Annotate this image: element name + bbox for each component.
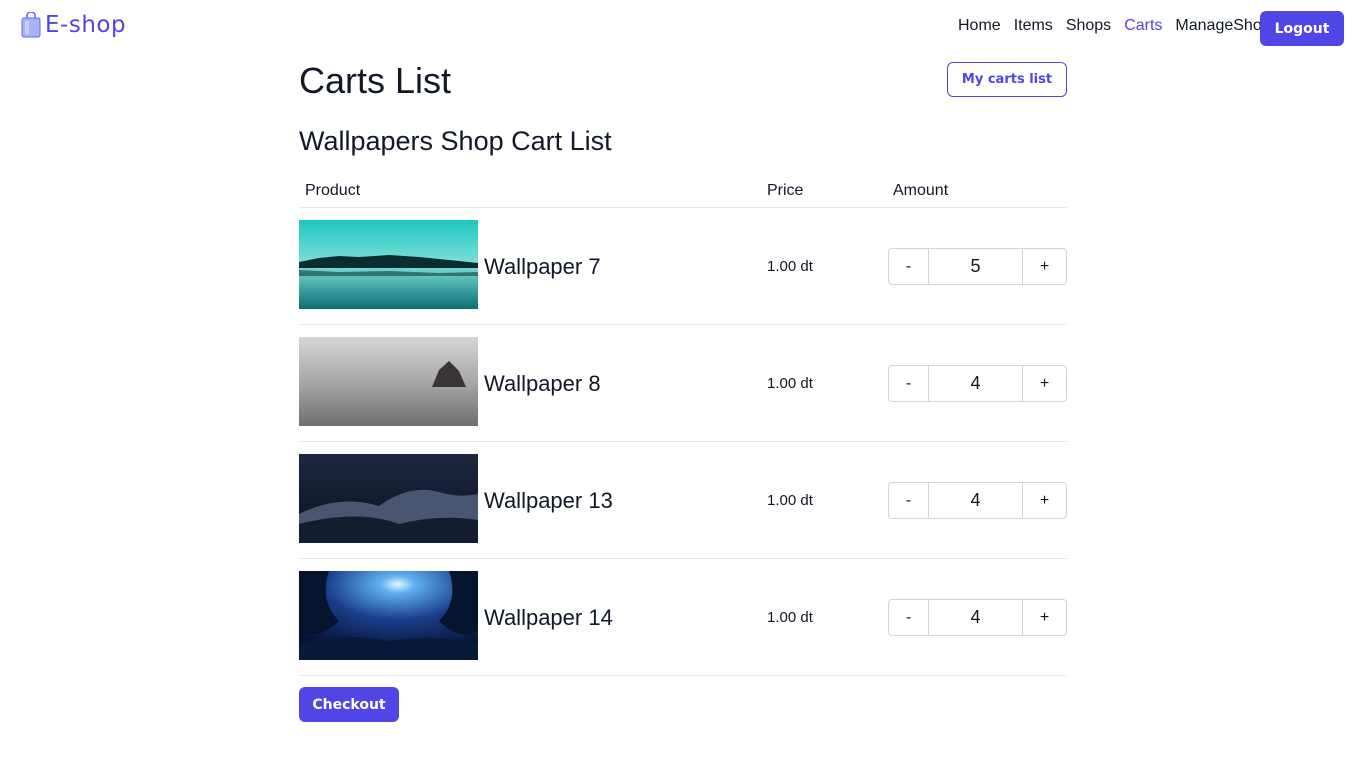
quantity-input[interactable] [929,366,1022,401]
page-title: Carts List [299,60,452,101]
checkout-button[interactable]: Checkout [299,687,399,722]
cart-table-header: Product Price Amount [299,182,1067,208]
quantity-input[interactable] [929,249,1022,284]
nav-link-shops[interactable]: Shops [1066,17,1111,35]
quantity-stepper: - + [888,365,1067,402]
quantity-stepper: - + [888,482,1067,519]
header-amount: Amount [893,182,949,199]
shop-cart-title: Wallpapers Shop Cart List [299,126,612,156]
nav-link-items[interactable]: Items [1014,17,1053,35]
increment-button[interactable]: + [1022,249,1066,284]
product-thumbnail [299,337,478,426]
header-product: Product [305,182,361,199]
logout-button[interactable]: Logout [1260,11,1344,46]
product-thumbnail [299,454,478,543]
decrement-button[interactable]: - [889,600,929,635]
decrement-button[interactable]: - [889,366,929,401]
cart-row: Wallpaper 14 1.00 dt - + [299,559,1067,676]
cart-row: Wallpaper 7 1.00 dt - + [299,208,1067,325]
navbar: E-shop Home Items Shops Carts ManageShop… [0,0,1366,56]
product-name[interactable]: Wallpaper 7 [484,254,601,280]
quantity-input[interactable] [929,600,1022,635]
brand-link[interactable]: E-shop [21,12,126,38]
product-price: 1.00 dt [767,609,813,626]
product-name[interactable]: Wallpaper 8 [484,371,601,397]
increment-button[interactable]: + [1022,483,1066,518]
product-thumbnail [299,571,478,660]
brand-name: E-shop [45,12,127,38]
nav-link-home[interactable]: Home [958,17,1001,35]
cart-row: Wallpaper 8 1.00 dt - + [299,325,1067,442]
quantity-stepper: - + [888,248,1067,285]
increment-button[interactable]: + [1022,600,1066,635]
decrement-button[interactable]: - [889,249,929,284]
product-price: 1.00 dt [767,375,813,392]
quantity-stepper: - + [888,599,1067,636]
product-thumbnail [299,220,478,309]
decrement-button[interactable]: - [889,483,929,518]
header-price: Price [767,182,804,199]
cart-row: Wallpaper 13 1.00 dt - + [299,442,1067,559]
my-carts-list-button[interactable]: My carts list [947,62,1067,97]
product-name[interactable]: Wallpaper 14 [484,605,613,631]
product-name[interactable]: Wallpaper 13 [484,488,613,514]
nav-link-carts[interactable]: Carts [1124,17,1162,35]
increment-button[interactable]: + [1022,366,1066,401]
nav-links: Home Items Shops Carts ManageShops [958,17,1292,35]
quantity-input[interactable] [929,483,1022,518]
product-price: 1.00 dt [767,258,813,275]
shopping-bag-icon [21,12,41,38]
product-price: 1.00 dt [767,492,813,509]
